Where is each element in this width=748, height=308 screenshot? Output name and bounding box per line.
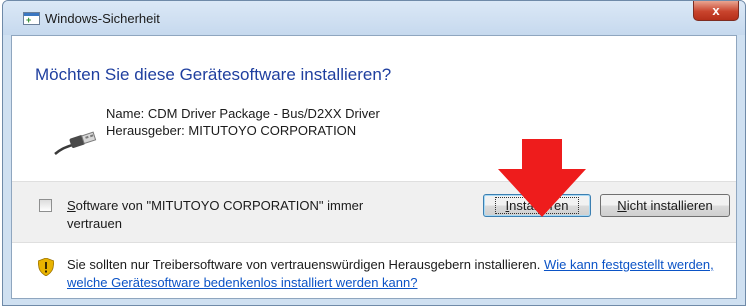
usb-plug-icon: [54, 131, 97, 155]
trust-checkbox[interactable]: [39, 199, 52, 212]
arrow-shape: [498, 139, 586, 217]
title-bar[interactable]: + Windows-Sicherheit x: [3, 1, 745, 35]
device-name: Name: CDM Driver Package - Bus/D2XX Driv…: [106, 106, 380, 121]
window-app-icon: +: [23, 12, 40, 25]
security-dialog: + Windows-Sicherheit x Möchten Sie diese…: [2, 0, 746, 306]
device-info: Name: CDM Driver Package - Bus/D2XX Driv…: [106, 105, 380, 139]
dont-install-button[interactable]: Nicht installieren: [600, 194, 730, 217]
close-icon: x: [712, 3, 720, 18]
device-publisher: Herausgeber: MITUTOYO CORPORATION: [106, 123, 357, 138]
close-button[interactable]: x: [693, 1, 739, 21]
red-arrow-annotation: [498, 139, 586, 217]
trust-area: Software von "MITUTOYO CORPORATION" imme…: [12, 181, 736, 243]
trust-checkbox-label[interactable]: Software von "MITUTOYO CORPORATION" imme…: [67, 197, 407, 233]
dialog-content: Möchten Sie diese Gerätesoftware install…: [11, 35, 737, 299]
dialog-heading: Möchten Sie diese Gerätesoftware install…: [35, 65, 392, 84]
window-title: Windows-Sicherheit: [45, 11, 160, 26]
shield-warning-icon: [38, 258, 54, 276]
warning-text: Sie sollten nur Treibersoftware von vert…: [67, 257, 714, 290]
